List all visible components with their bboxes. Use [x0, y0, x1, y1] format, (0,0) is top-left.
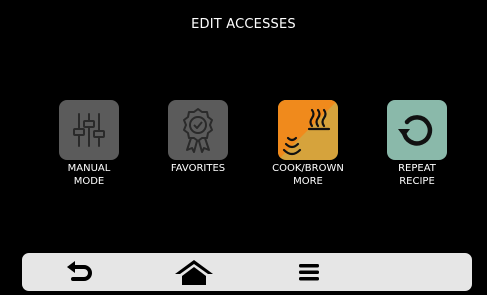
- repeat-icon: [398, 115, 433, 146]
- manual-mode-button[interactable]: [59, 100, 119, 160]
- favorites-label-line1: FAVORITES: [170, 163, 226, 174]
- repeat-recipe-button[interactable]: [387, 100, 447, 160]
- screen: EDIT ACCESSES MANUAL MODE FAVORITES COOK…: [0, 0, 487, 295]
- page-title: EDIT ACCESSES: [191, 17, 296, 32]
- sliders-icon: [73, 113, 105, 147]
- cook-brown-more-label-line2: MORE: [293, 176, 323, 187]
- bottom-navbar: [22, 253, 472, 291]
- repeat-recipe-label-line2: RECIPE: [399, 176, 435, 187]
- manual-mode-label-line2: MODE: [73, 176, 105, 187]
- menu-icon: [299, 264, 319, 281]
- cook-brown-icon: [278, 100, 338, 160]
- back-arrow-icon: [67, 261, 92, 281]
- menu-button[interactable]: [279, 253, 339, 291]
- cook-brown-more-label-line1: COOK/BROWN: [272, 163, 344, 174]
- award-ribbon-icon: [183, 108, 213, 153]
- manual-mode-label: MANUAL MODE: [39, 162, 139, 188]
- back-button[interactable]: [49, 253, 109, 291]
- cook-brown-more-label: COOK/BROWN MORE: [258, 162, 358, 188]
- manual-mode-label-line1: MANUAL: [67, 163, 111, 174]
- favorites-button[interactable]: [168, 100, 228, 160]
- home-icon: [175, 260, 213, 285]
- repeat-recipe-label: REPEAT RECIPE: [367, 162, 467, 188]
- repeat-recipe-label-line1: REPEAT: [398, 163, 436, 174]
- cook-brown-more-button[interactable]: [278, 100, 338, 160]
- favorites-label: FAVORITES: [148, 162, 248, 175]
- home-button[interactable]: [164, 253, 224, 291]
